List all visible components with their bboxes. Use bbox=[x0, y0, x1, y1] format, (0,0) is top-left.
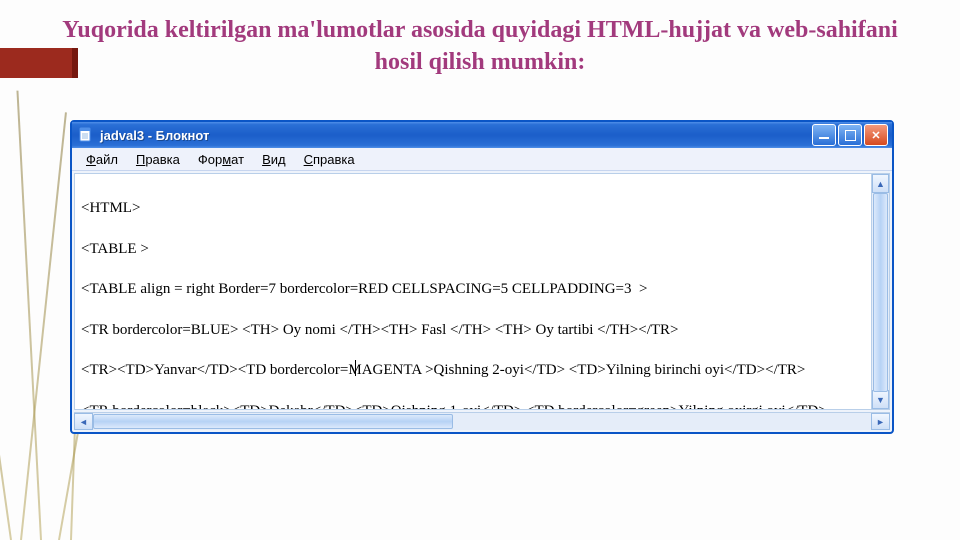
code-line: <TR bordercolor=BLUE> <TH> Oy nomi </TH>… bbox=[81, 320, 865, 340]
menu-help[interactable]: Справка bbox=[296, 150, 363, 169]
minimize-button[interactable] bbox=[812, 124, 836, 146]
menu-view[interactable]: Вид bbox=[254, 150, 294, 169]
decoration-line bbox=[16, 91, 42, 540]
vertical-scrollbar[interactable]: ▲ ▼ bbox=[871, 174, 889, 409]
menu-format[interactable]: Формат bbox=[190, 150, 252, 169]
notepad-icon bbox=[78, 127, 94, 143]
maximize-button[interactable] bbox=[838, 124, 862, 146]
scroll-thumb[interactable] bbox=[873, 193, 888, 392]
scroll-track[interactable] bbox=[93, 413, 871, 430]
code-line: <HTML> bbox=[81, 198, 865, 218]
slide-title: Yuqorida keltirilgan ma'lumotlar asosida… bbox=[60, 14, 900, 79]
code-line: <TR bordercolor=black><TD>Dekabr</TD><TD… bbox=[81, 401, 865, 409]
titlebar[interactable]: jadval3 - Блокнот ✕ bbox=[72, 122, 892, 148]
decoration-line bbox=[0, 203, 12, 540]
code-line: <TR><TD>Yanvar</TD><TD bordercolor=MAGEN… bbox=[81, 360, 865, 380]
decoration-line bbox=[20, 112, 67, 540]
scroll-up-button[interactable]: ▲ bbox=[872, 174, 889, 193]
scroll-right-button[interactable]: ► bbox=[871, 413, 890, 430]
menu-file[interactable]: Файл bbox=[78, 150, 126, 169]
menu-edit[interactable]: Правка bbox=[128, 150, 188, 169]
text-cursor bbox=[355, 360, 356, 376]
scroll-left-button[interactable]: ◄ bbox=[74, 413, 93, 430]
window-title: jadval3 - Блокнот bbox=[100, 128, 810, 143]
code-line: <TABLE > bbox=[81, 239, 865, 259]
text-editor[interactable]: <HTML> <TABLE > <TABLE align = right Bor… bbox=[75, 174, 871, 409]
editor-area: <HTML> <TABLE > <TABLE align = right Bor… bbox=[74, 173, 890, 410]
horizontal-scrollbar[interactable]: ◄ ► bbox=[74, 412, 890, 430]
menu-bar: Файл Правка Формат Вид Справка bbox=[72, 148, 892, 171]
close-button[interactable]: ✕ bbox=[864, 124, 888, 146]
code-line: <TABLE align = right Border=7 bordercolo… bbox=[81, 279, 865, 299]
notepad-window: jadval3 - Блокнот ✕ Файл Правка Формат В… bbox=[70, 120, 894, 434]
scroll-down-button[interactable]: ▼ bbox=[872, 390, 889, 409]
scroll-thumb[interactable] bbox=[93, 414, 453, 429]
scroll-track[interactable] bbox=[872, 193, 889, 390]
